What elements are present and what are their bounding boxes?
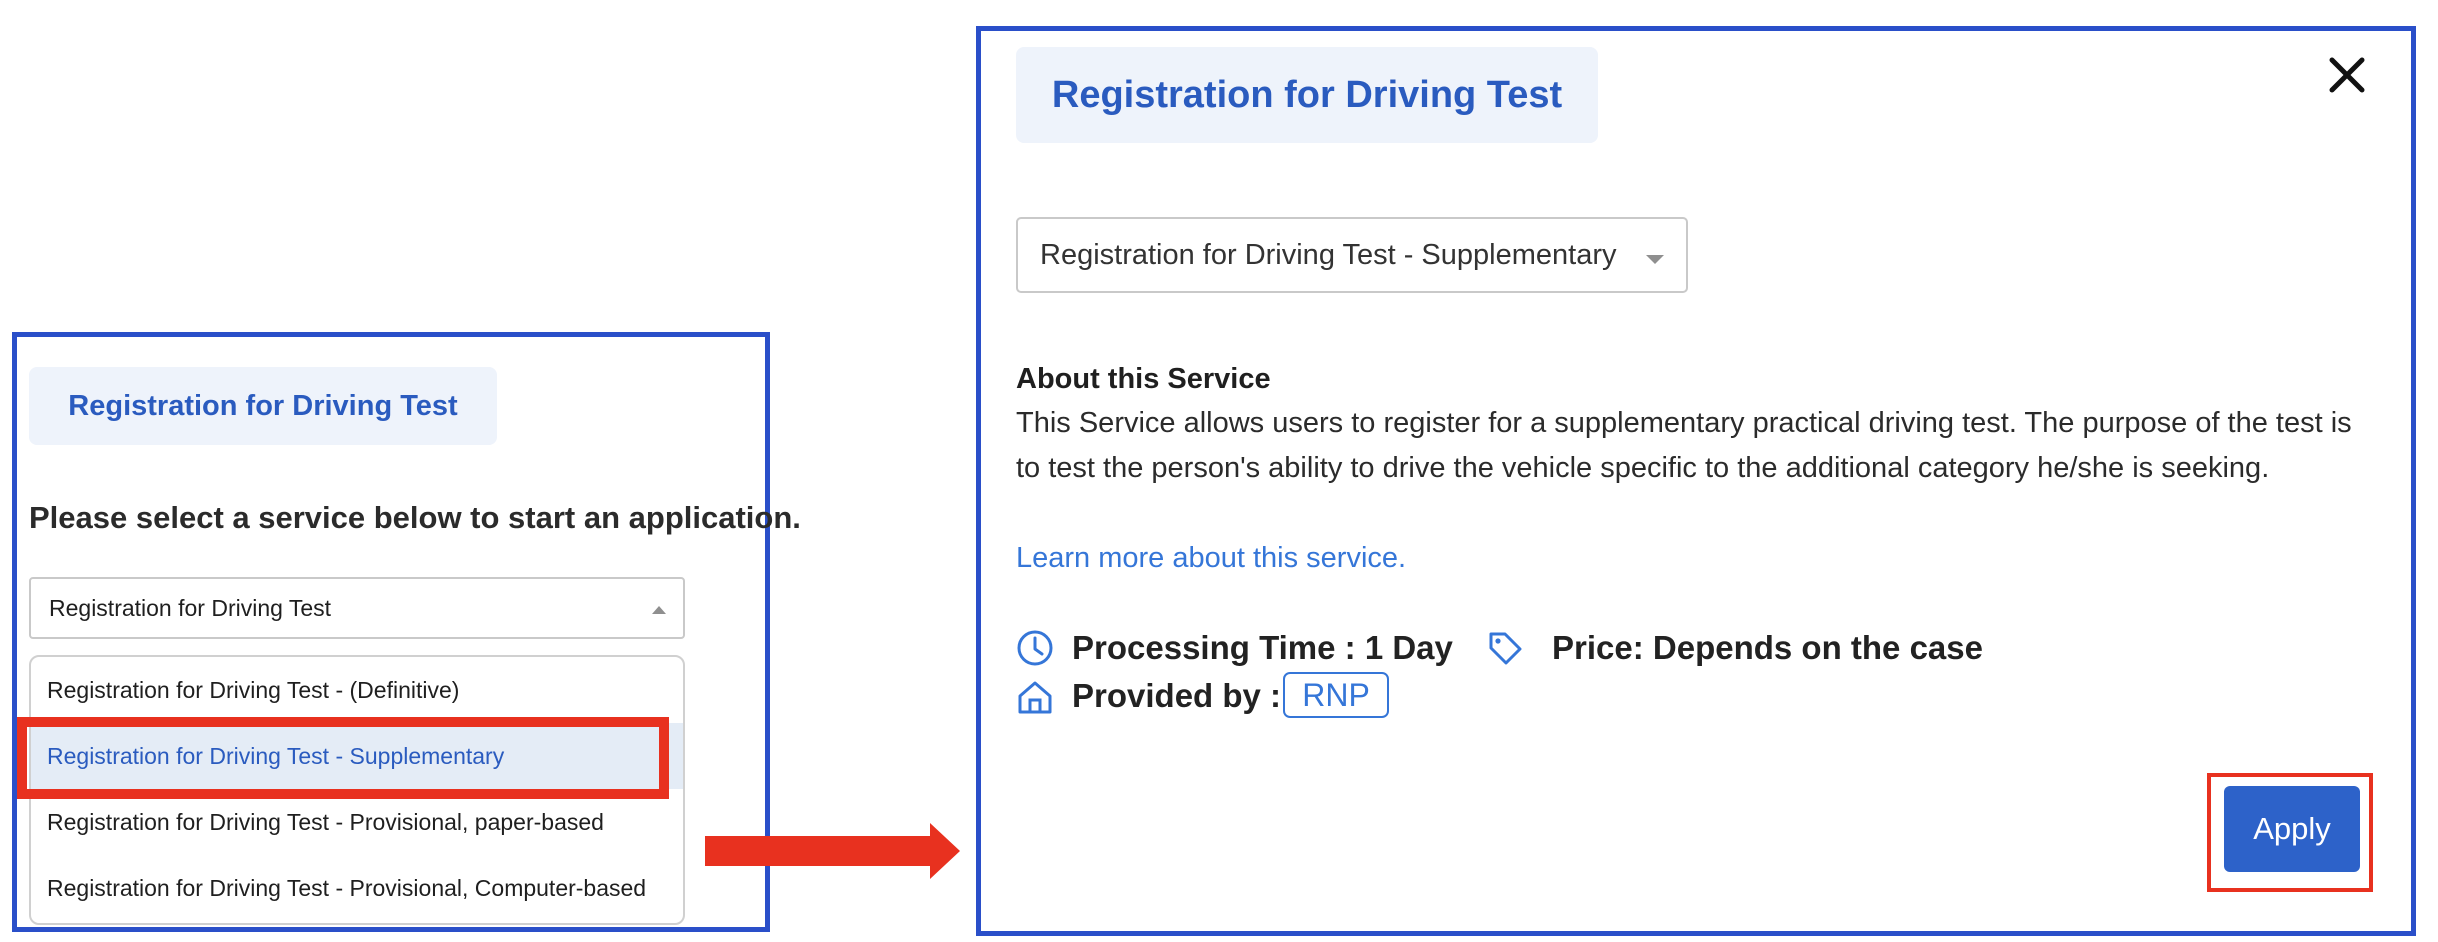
caret-down-icon — [1646, 255, 1664, 264]
about-heading: About this Service — [1016, 363, 1271, 395]
service-title-badge: Registration for Driving Test — [29, 367, 497, 445]
about-description: This Service allows users to register fo… — [1016, 407, 2352, 484]
option-provisional-computer[interactable]: Registration for Driving Test - Provisio… — [31, 855, 683, 921]
processing-time: Processing Time : 1 Day — [1072, 629, 1453, 666]
price-info: Price: Depends on the case — [1552, 629, 1983, 666]
option-provisional-paper[interactable]: Registration for Driving Test - Provisio… — [31, 789, 683, 855]
transition-arrow-head — [930, 823, 960, 879]
service-variant-select[interactable]: Registration for Driving Test - Suppleme… — [1016, 217, 1688, 293]
apply-button[interactable]: Apply — [2224, 786, 2360, 872]
provider-badge: RNP — [1283, 672, 1389, 718]
service-variant-value: Registration for Driving Test - Suppleme… — [1040, 238, 1617, 271]
service-details-panel: Registration for Driving Test Registrati… — [976, 26, 2416, 936]
service-details-title: Registration for Driving Test — [1016, 47, 1598, 143]
close-icon — [2329, 57, 2365, 93]
home-icon — [1018, 681, 1052, 714]
transition-arrow-shaft — [705, 836, 935, 866]
service-options-list: Registration for Driving Test - (Definit… — [29, 655, 685, 925]
learn-more-link[interactable]: Learn more about this service. — [1016, 542, 1406, 575]
service-select-value: Registration for Driving Test — [49, 594, 332, 621]
price-tag-icon — [1489, 632, 1522, 665]
clock-icon — [1017, 630, 1053, 666]
service-select[interactable]: Registration for Driving Test — [29, 577, 685, 639]
service-selector-panel: Registration for Driving Test Please sel… — [12, 332, 801, 932]
close-button[interactable] — [2323, 51, 2371, 99]
provided-by-label: Provided by : — [1072, 677, 1282, 714]
option-supplementary[interactable]: Registration for Driving Test - Suppleme… — [31, 723, 683, 789]
select-service-prompt: Please select a service below to start a… — [29, 500, 801, 535]
option-definitive[interactable]: Registration for Driving Test - (Definit… — [31, 657, 683, 723]
caret-up-icon — [652, 606, 666, 614]
